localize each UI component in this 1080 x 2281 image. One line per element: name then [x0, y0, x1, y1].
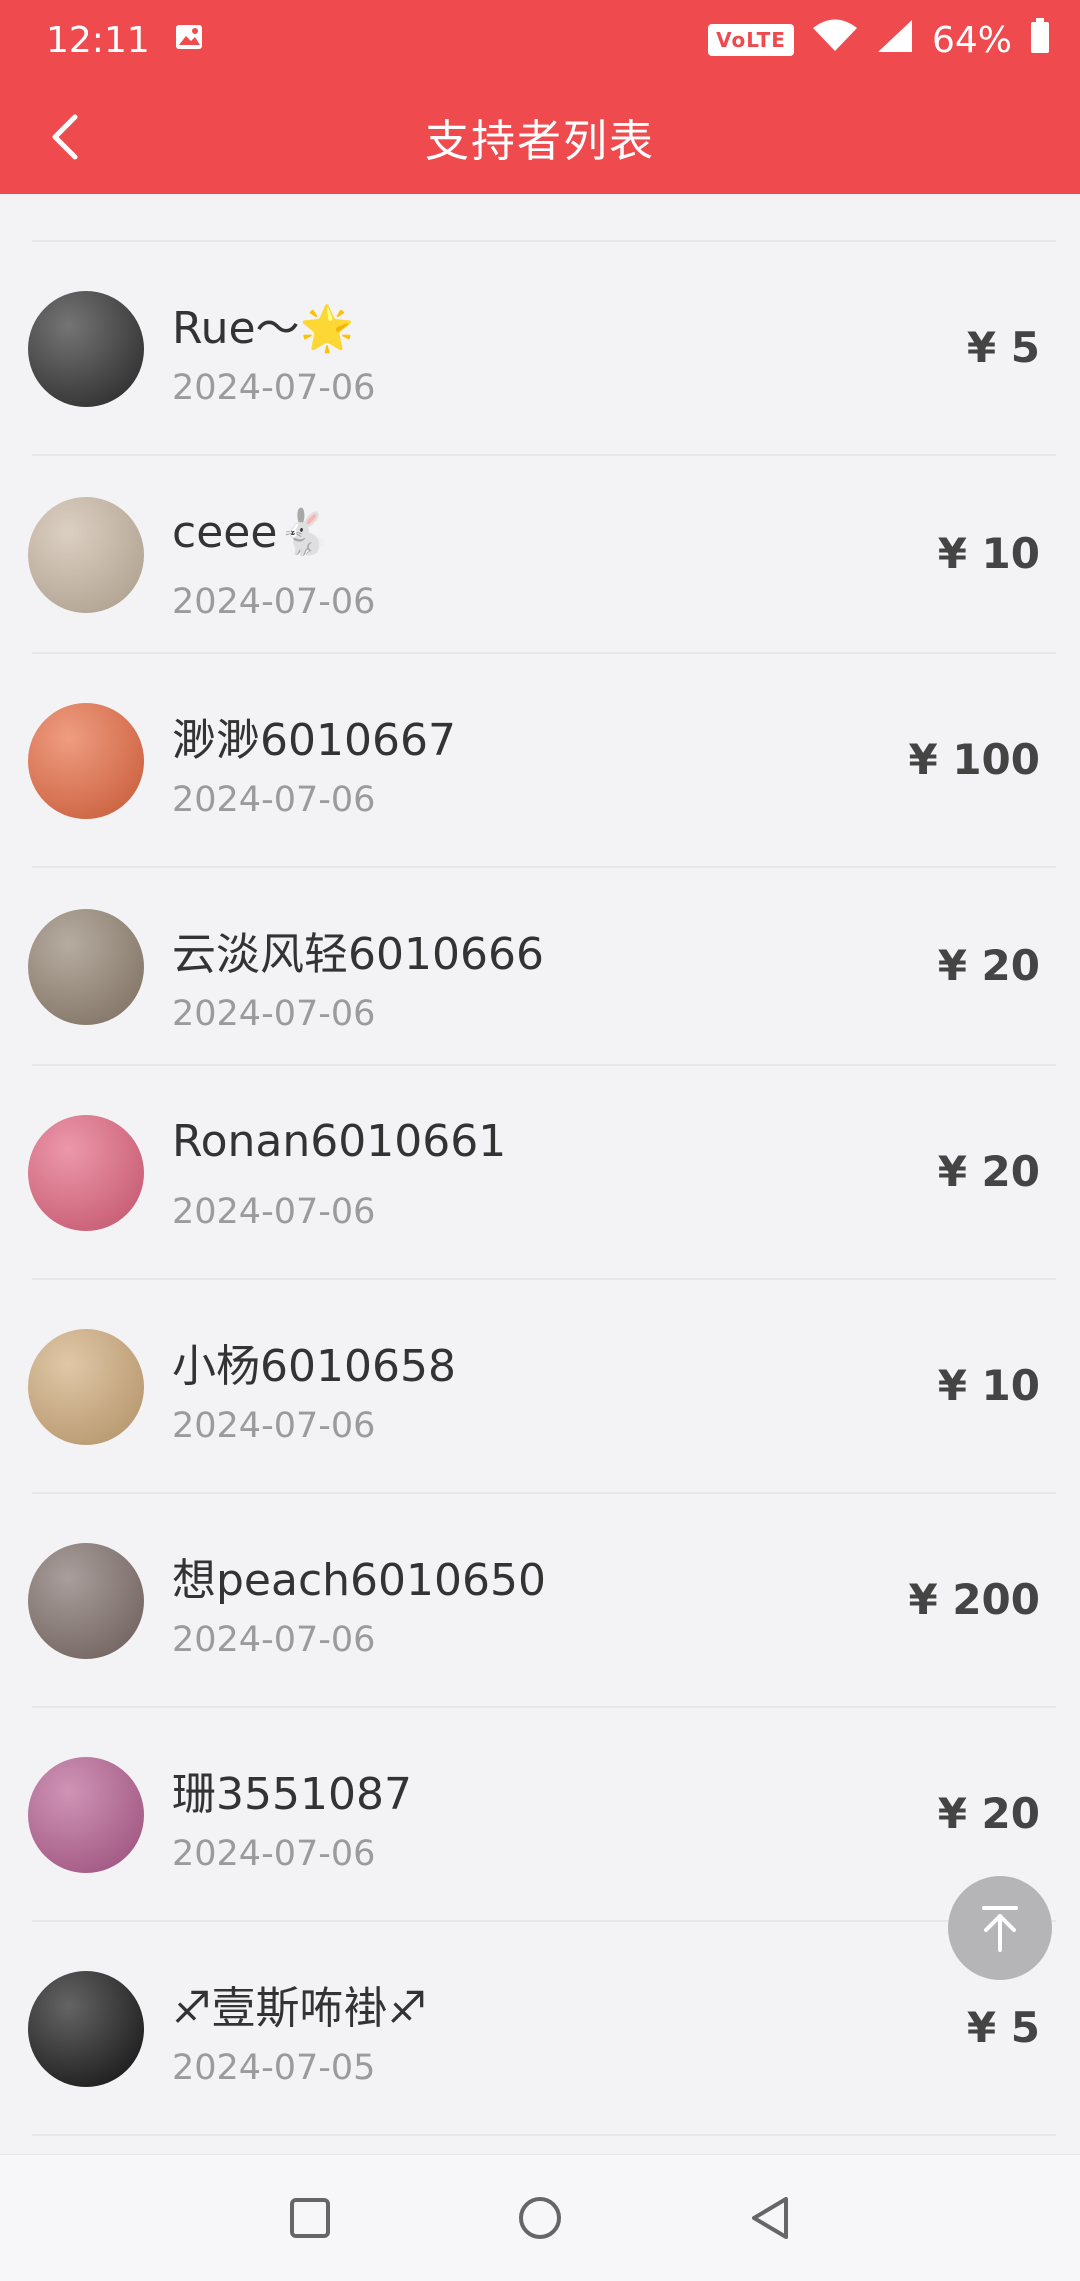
page-title: 支持者列表	[425, 116, 655, 167]
avatar[interactable]	[28, 1971, 144, 2087]
supporter-name: ♐壹斯咘褂♐	[172, 1983, 427, 2034]
support-date: 2024-07-06	[172, 1192, 376, 1232]
support-amount: ¥ 10	[937, 1361, 1040, 1410]
support-amount: ¥ 5	[966, 323, 1040, 372]
wifi-icon	[812, 19, 858, 62]
supporter-name: ceee🐇	[172, 507, 333, 558]
triangle-back-icon	[752, 2197, 788, 2239]
supporter-name: 渺渺6010667	[172, 715, 456, 766]
supporter-row[interactable]: 珊3551087 2024-07-06 ¥ 20	[0, 1708, 1080, 1922]
supporter-row[interactable]: ♐壹斯咘褂♐ 2024-07-05 ¥ 5	[0, 1922, 1080, 2136]
supporter-row[interactable]: Ronan6010661 2024-07-06 ¥ 20	[0, 1066, 1080, 1280]
recents-button[interactable]	[280, 2188, 340, 2248]
supporter-row[interactable]: 渺渺6010667 2024-07-06 ¥ 100	[0, 654, 1080, 868]
avatar[interactable]	[28, 1115, 144, 1231]
image-notification-icon	[174, 20, 204, 61]
supporter-name: 珊3551087	[172, 1769, 412, 1820]
avatar[interactable]	[28, 909, 144, 1025]
support-date: 2024-07-06	[172, 994, 376, 1034]
battery-icon	[1030, 17, 1050, 63]
support-date: 2024-07-05	[172, 2048, 376, 2088]
battery-level: 64%	[931, 19, 1012, 61]
avatar[interactable]	[28, 291, 144, 407]
support-amount: ¥ 10	[937, 529, 1040, 578]
avatar[interactable]	[28, 1757, 144, 1873]
support-date: 2024-07-06	[172, 582, 376, 622]
support-amount: ¥ 100	[908, 735, 1040, 784]
arrow-up-icon	[982, 1906, 1018, 1952]
support-date: 2024-07-06	[172, 1406, 376, 1446]
supporter-row[interactable]: ceee🐇 2024-07-06 ¥ 10	[0, 456, 1080, 654]
avatar[interactable]	[28, 703, 144, 819]
support-date: 2024-07-06	[172, 1834, 376, 1874]
support-date: 2024-07-06	[172, 780, 376, 820]
back-to-top-button[interactable]	[948, 1876, 1052, 1980]
volte-icon: VoLTE	[708, 24, 794, 56]
supporter-name: Ronan6010661	[172, 1116, 507, 1167]
supporter-name: 云淡风轻6010666	[172, 929, 544, 980]
app-bar: 支持者列表	[0, 80, 1080, 194]
avatar[interactable]	[28, 1329, 144, 1445]
avatar[interactable]	[28, 1543, 144, 1659]
supporter-name: 小杨6010658	[172, 1341, 456, 1392]
support-amount: ¥ 200	[908, 1575, 1040, 1624]
supporter-list[interactable]: Rue～🌟 2024-07-06 ¥ 5 ceee🐇 2024-07-06 ¥ 10 渺渺6…	[0, 194, 1080, 2154]
supporter-row[interactable]: 小杨6010658 2024-07-06 ¥ 10	[0, 1280, 1080, 1494]
supporter-name: 想peach6010650	[172, 1555, 546, 1606]
signal-icon	[876, 18, 914, 63]
support-amount: ¥ 20	[937, 1789, 1040, 1838]
square-icon	[290, 2198, 330, 2238]
system-nav-bar	[0, 2154, 1080, 2281]
avatar[interactable]	[28, 497, 144, 613]
support-amount: ¥ 5	[966, 2003, 1040, 2052]
circle-icon	[519, 2197, 561, 2239]
supporter-name: Rue～🌟	[172, 303, 355, 354]
status-bar: 12:11 VoLTE 64%	[0, 0, 1080, 80]
supporter-row[interactable]: Rue～🌟 2024-07-06 ¥ 5	[0, 242, 1080, 456]
support-date: 2024-07-06	[172, 368, 376, 408]
status-time: 12:11	[46, 19, 150, 61]
back-nav-button[interactable]	[740, 2188, 800, 2248]
support-date: 2024-07-06	[172, 1620, 376, 1660]
support-amount: ¥ 20	[937, 1147, 1040, 1196]
home-button[interactable]	[510, 2188, 570, 2248]
supporter-row[interactable]: 云淡风轻6010666 2024-07-06 ¥ 20	[0, 868, 1080, 1066]
supporter-row[interactable]: 想peach6010650 2024-07-06 ¥ 200	[0, 1494, 1080, 1708]
support-amount: ¥ 20	[937, 941, 1040, 990]
